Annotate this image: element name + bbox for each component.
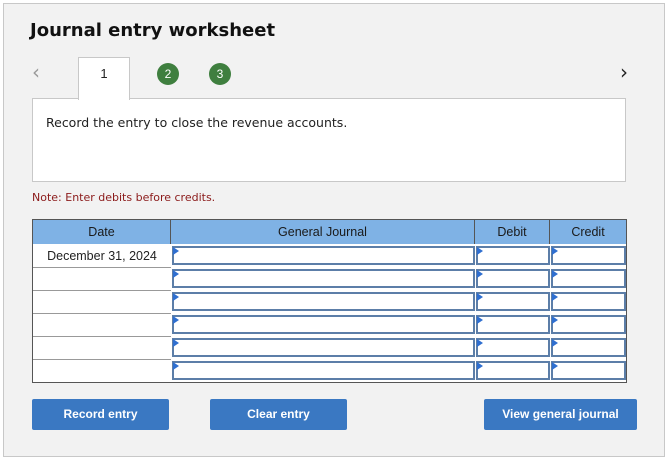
instruction-box: Record the entry to close the revenue ac… <box>32 98 626 182</box>
row-5-credit-input[interactable] <box>551 338 626 357</box>
header-general-journal: General Journal <box>171 220 475 244</box>
row-3-account-input[interactable] <box>172 292 475 311</box>
tab-1[interactable]: 1 <box>78 57 130 100</box>
chevron-right-icon[interactable]: › <box>620 60 628 84</box>
row-1-debit-input[interactable] <box>476 246 550 265</box>
row-6-credit-input[interactable] <box>551 361 626 380</box>
chevron-left-icon[interactable]: ‹ <box>32 60 40 84</box>
row-divider <box>33 290 171 291</box>
header-date: Date <box>33 220 171 244</box>
row-6-account-input[interactable] <box>172 361 475 380</box>
tab-2[interactable]: 2 <box>157 63 179 85</box>
row-2-debit-input[interactable] <box>476 269 550 288</box>
tab-3[interactable]: 3 <box>209 63 231 85</box>
row-2-account-input[interactable] <box>172 269 475 288</box>
row-6-debit-input[interactable] <box>476 361 550 380</box>
journal-table: Date General Journal Debit Credit Decemb… <box>32 219 627 383</box>
row-divider <box>33 359 171 360</box>
clear-entry-button[interactable]: Clear entry <box>210 399 347 430</box>
row-4-debit-input[interactable] <box>476 315 550 334</box>
row-3-credit-input[interactable] <box>551 292 626 311</box>
note-text: Note: Enter debits before credits. <box>32 191 216 204</box>
page-title: Journal entry worksheet <box>30 20 276 41</box>
row-5-account-input[interactable] <box>172 338 475 357</box>
header-credit: Credit <box>550 220 626 244</box>
row-2-credit-input[interactable] <box>551 269 626 288</box>
row-1-account-input[interactable] <box>172 246 475 265</box>
row-5-debit-input[interactable] <box>476 338 550 357</box>
row-1-date: December 31, 2024 <box>47 249 157 263</box>
view-general-journal-button[interactable]: View general journal <box>484 399 637 430</box>
row-divider <box>33 336 171 337</box>
header-debit: Debit <box>475 220 550 244</box>
row-3-debit-input[interactable] <box>476 292 550 311</box>
row-4-account-input[interactable] <box>172 315 475 334</box>
row-4-credit-input[interactable] <box>551 315 626 334</box>
row-divider <box>33 313 171 314</box>
instruction-text: Record the entry to close the revenue ac… <box>46 115 348 130</box>
row-1-credit-input[interactable] <box>551 246 626 265</box>
row-divider <box>33 267 171 268</box>
record-entry-button[interactable]: Record entry <box>32 399 169 430</box>
